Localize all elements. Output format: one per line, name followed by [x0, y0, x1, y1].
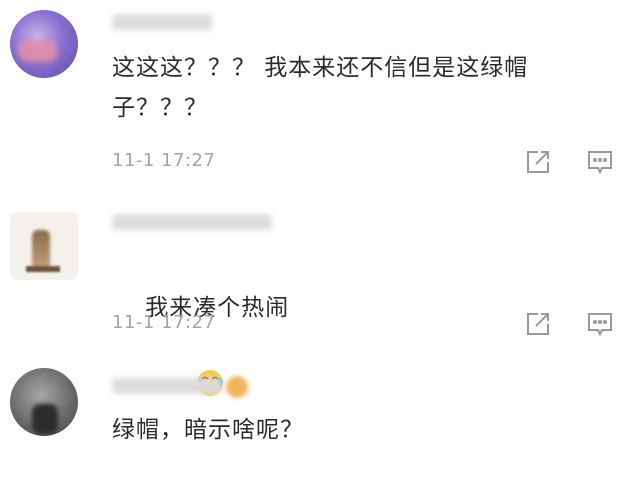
reply-icon[interactable]: [586, 148, 614, 176]
avatar[interactable]: [10, 212, 78, 280]
username-blurred[interactable]: [112, 214, 272, 230]
comment-text: 绿帽，暗示啥呢？: [112, 417, 304, 443]
comment-item: 绿帽，暗示啥呢？: [0, 350, 640, 464]
comment-timestamp: 11-1 17:27: [112, 312, 216, 333]
avatar[interactable]: [10, 368, 78, 436]
comment-item: 我来凑个热闹 11-1 17:27: [0, 190, 640, 396]
comment-item: 这这这？？？ 我本来还不信但是这绿帽 子？？？ 11-1 17:27: [0, 0, 640, 190]
user-badge-icon: [226, 376, 248, 398]
username-blurred[interactable]: [112, 14, 212, 30]
comment-text: 这这这？？？ 我本来还不信但是这绿帽 子？？？: [112, 55, 529, 121]
username-blurred[interactable]: [112, 378, 222, 394]
comment-timestamp: 11-1 17:27: [112, 150, 216, 171]
avatar[interactable]: [10, 10, 78, 78]
share-icon[interactable]: [524, 148, 552, 176]
share-icon[interactable]: [524, 310, 552, 338]
reply-icon[interactable]: [586, 310, 614, 338]
